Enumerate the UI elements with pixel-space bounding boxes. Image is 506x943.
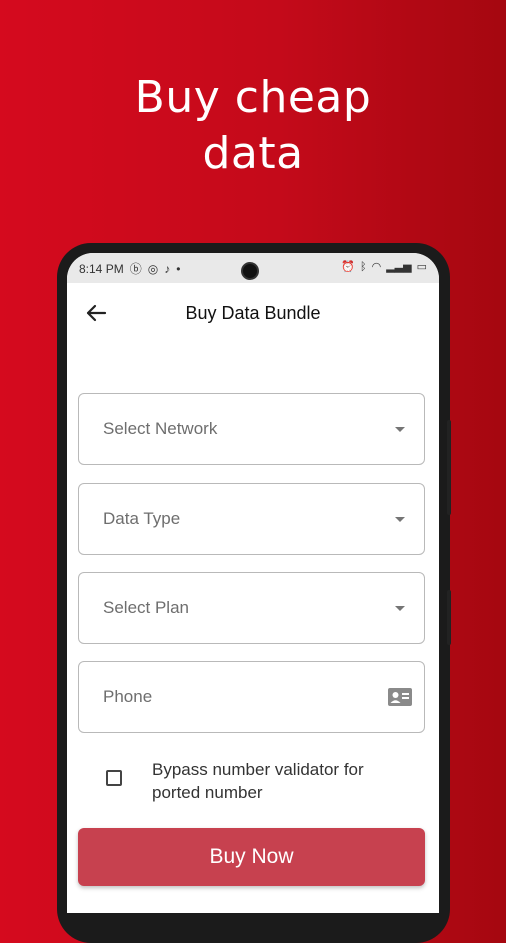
bluetooth-icon: ᛒ [359, 260, 367, 273]
app-screen: 8:14 PM ⓑ ◎ ♪ • ⏰ ᛒ ◠ ▂▃▅ ▭ Buy Data Bun… [67, 253, 439, 913]
data-type-select[interactable]: Data Type [78, 483, 425, 555]
plan-placeholder: Select Plan [103, 598, 189, 617]
status-bar: 8:14 PM ⓑ ◎ ♪ • ⏰ ᛒ ◠ ▂▃▅ ▭ [67, 253, 439, 283]
plan-select[interactable]: Select Plan [78, 572, 425, 644]
status-time: 8:14 PM [79, 261, 124, 276]
chevron-down-icon [395, 427, 405, 432]
buy-now-button[interactable]: Buy Now [78, 828, 425, 886]
bypass-checkbox[interactable] [106, 770, 122, 786]
phone-placeholder: Phone [103, 687, 153, 706]
more-dot-icon: • [176, 261, 181, 276]
battery-icon: ▭ [416, 261, 427, 273]
headline-line1: Buy cheap [134, 72, 372, 123]
bypass-label: Bypass number validator for ported numbe… [152, 760, 364, 802]
page-title: Buy Data Bundle [185, 303, 321, 323]
network-placeholder: Select Network [103, 419, 218, 438]
power-button [447, 590, 451, 645]
data-type-placeholder: Data Type [103, 509, 181, 528]
chevron-down-icon [395, 517, 405, 522]
contact-card-icon[interactable] [388, 688, 412, 706]
phone-input[interactable]: Phone [78, 661, 425, 733]
notification-icon: ⓑ [129, 262, 142, 276]
tiktok-icon: ♪ [164, 261, 171, 276]
chevron-down-icon [395, 606, 405, 611]
front-camera [241, 262, 259, 280]
network-select[interactable]: Select Network [78, 393, 425, 465]
volume-button [447, 420, 451, 515]
promo-headline: Buy cheap data [0, 70, 506, 182]
wifi-icon: ◠ [371, 261, 382, 273]
alarm-icon: ⏰ [341, 261, 355, 273]
whatsapp-icon: ◎ [147, 261, 159, 276]
app-bar: Buy Data Bundle [67, 293, 439, 333]
headline-line2: data [202, 128, 304, 179]
signal-icon: ▂▃▅ [386, 261, 412, 273]
